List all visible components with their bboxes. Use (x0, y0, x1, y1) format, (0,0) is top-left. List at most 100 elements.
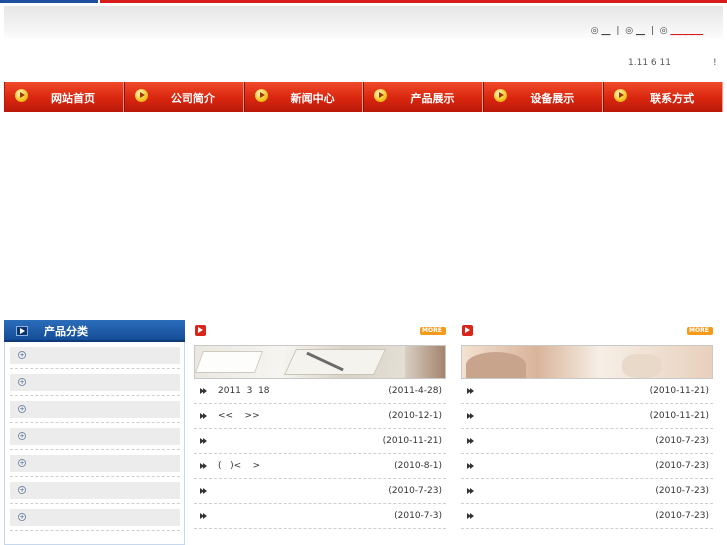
double-arrow-icon (200, 488, 207, 494)
category-item[interactable]: + (10, 482, 180, 504)
column-header: MORE (461, 322, 713, 340)
double-arrow-icon (200, 513, 207, 519)
news-row[interactable]: (2010-7-23) (461, 454, 713, 479)
news-date: (2010-8-1) (394, 461, 442, 471)
news-row[interactable]: ( )< > (2010-8-1) (194, 454, 446, 479)
notice-mark: ! (712, 58, 717, 68)
nav-label: 新闻中心 (290, 92, 335, 105)
top-accent-blue (0, 0, 98, 3)
news-date: (2010-7-23) (655, 461, 709, 471)
double-arrow-icon (200, 388, 207, 394)
target-icon: ◎ (659, 26, 668, 36)
header-notice: 1.11 6 11! (628, 58, 717, 68)
double-arrow-icon (200, 413, 207, 419)
double-arrow-icon (200, 463, 207, 469)
category-item[interactable]: + (10, 347, 180, 369)
speaker-icon (195, 325, 206, 336)
nav-label: 联系方式 (650, 92, 695, 105)
nav-item-equipment[interactable]: 设备展示 (483, 82, 604, 112)
target-icon: ◎ (625, 26, 634, 36)
news-row[interactable]: 2011 3 18 (2011-4-28) (194, 379, 446, 404)
news-date: (2011-4-28) (388, 386, 442, 396)
news-row[interactable]: (2010-7-23) (194, 479, 446, 504)
category-title-bar: 产品分类 (4, 320, 185, 342)
category-title: 产品分类 (44, 325, 88, 338)
news-column-2: MORE (2010-11-21) (2010-11-21) (2010-7-2… (461, 322, 713, 529)
category-list: + + + + + + + (10, 347, 180, 536)
nav-label: 设备展示 (530, 92, 575, 105)
plus-circle-icon: + (18, 378, 26, 386)
arrow-bullet-icon (254, 89, 268, 102)
news-date: (2010-7-23) (655, 436, 709, 446)
news-row[interactable]: (2010-7-23) (461, 504, 713, 529)
nav-item-contact[interactable]: 联系方式 (603, 82, 723, 112)
nav-label: 产品展示 (410, 92, 455, 105)
column-banner-image (194, 345, 446, 379)
category-item[interactable]: + (10, 401, 180, 423)
double-arrow-icon (200, 438, 207, 444)
news-row[interactable]: << >> (2010-12-1) (194, 404, 446, 429)
nav-item-home[interactable]: 网站首页 (4, 82, 124, 112)
news-date: (2010-11-21) (649, 386, 709, 396)
double-arrow-icon (467, 388, 474, 394)
nav-item-news[interactable]: 新闻中心 (243, 82, 364, 112)
news-row[interactable]: (2010-11-21) (461, 379, 713, 404)
top-link-2[interactable]: __ (636, 26, 645, 36)
news-title: ( )< > (218, 461, 261, 471)
plus-circle-icon: + (18, 486, 26, 494)
category-item[interactable]: + (10, 455, 180, 477)
news-date: (2010-12-1) (388, 411, 442, 421)
header-band: ◎ __ | ◎ __ | ◎ _____ (4, 6, 723, 38)
category-item[interactable]: + (10, 374, 180, 396)
more-button[interactable]: MORE (687, 327, 713, 335)
separator: | (616, 26, 620, 36)
news-date: (2010-7-23) (655, 486, 709, 496)
news-row[interactable]: (2010-7-23) (461, 429, 713, 454)
nav-label: 网站首页 (51, 92, 95, 105)
double-arrow-icon (467, 463, 474, 469)
news-column-1: MORE 2011 3 18 (2011-4-28) << >> (2010-12-… (194, 322, 446, 529)
news-date: (2010-7-3) (394, 511, 442, 521)
plus-circle-icon: + (18, 459, 26, 467)
double-arrow-icon (467, 513, 474, 519)
double-arrow-icon (467, 413, 474, 419)
plus-circle-icon: + (18, 405, 26, 413)
separator: | (650, 26, 654, 36)
top-accent-red (100, 0, 727, 3)
top-link-3[interactable]: _____ (671, 26, 704, 36)
arrow-bullet-icon (15, 89, 28, 102)
plus-circle-icon: + (18, 432, 26, 440)
news-row[interactable]: (2010-11-21) (461, 404, 713, 429)
news-date: (2010-11-21) (382, 436, 442, 446)
plus-circle-icon: + (18, 513, 26, 521)
news-date: (2010-7-23) (655, 511, 709, 521)
nav-label: 公司简介 (170, 92, 215, 105)
news-row[interactable]: (2010-7-3) (194, 504, 446, 529)
news-row[interactable]: (2010-11-21) (194, 429, 446, 454)
main-nav: 网站首页 公司简介 新闻中心 产品展示 设备展示 联系方式 (4, 82, 723, 112)
nav-item-products[interactable]: 产品展示 (363, 82, 484, 112)
play-icon (16, 326, 28, 336)
arrow-bullet-icon (614, 89, 628, 102)
nav-item-about[interactable]: 公司简介 (123, 82, 244, 112)
arrow-bullet-icon (494, 89, 508, 102)
news-row[interactable]: (2010-7-23) (461, 479, 713, 504)
category-item[interactable]: + (10, 428, 180, 450)
double-arrow-icon (467, 438, 474, 444)
arrow-bullet-icon (134, 89, 148, 102)
target-icon: ◎ (590, 26, 599, 36)
double-arrow-icon (467, 488, 474, 494)
notice-text: 1.11 6 11 (628, 58, 671, 68)
top-link-1[interactable]: __ (601, 26, 610, 36)
news-date: (2010-11-21) (649, 411, 709, 421)
arrow-bullet-icon (374, 89, 388, 102)
more-button[interactable]: MORE (420, 327, 446, 335)
column-banner-image (461, 345, 713, 379)
top-links: ◎ __ | ◎ __ | ◎ _____ (591, 26, 703, 36)
category-item[interactable]: + (10, 509, 180, 531)
news-date: (2010-7-23) (388, 486, 442, 496)
plus-circle-icon: + (18, 351, 26, 359)
news-title: 2011 3 18 (218, 386, 270, 396)
news-title: << >> (218, 411, 260, 421)
speaker-icon (462, 325, 473, 336)
